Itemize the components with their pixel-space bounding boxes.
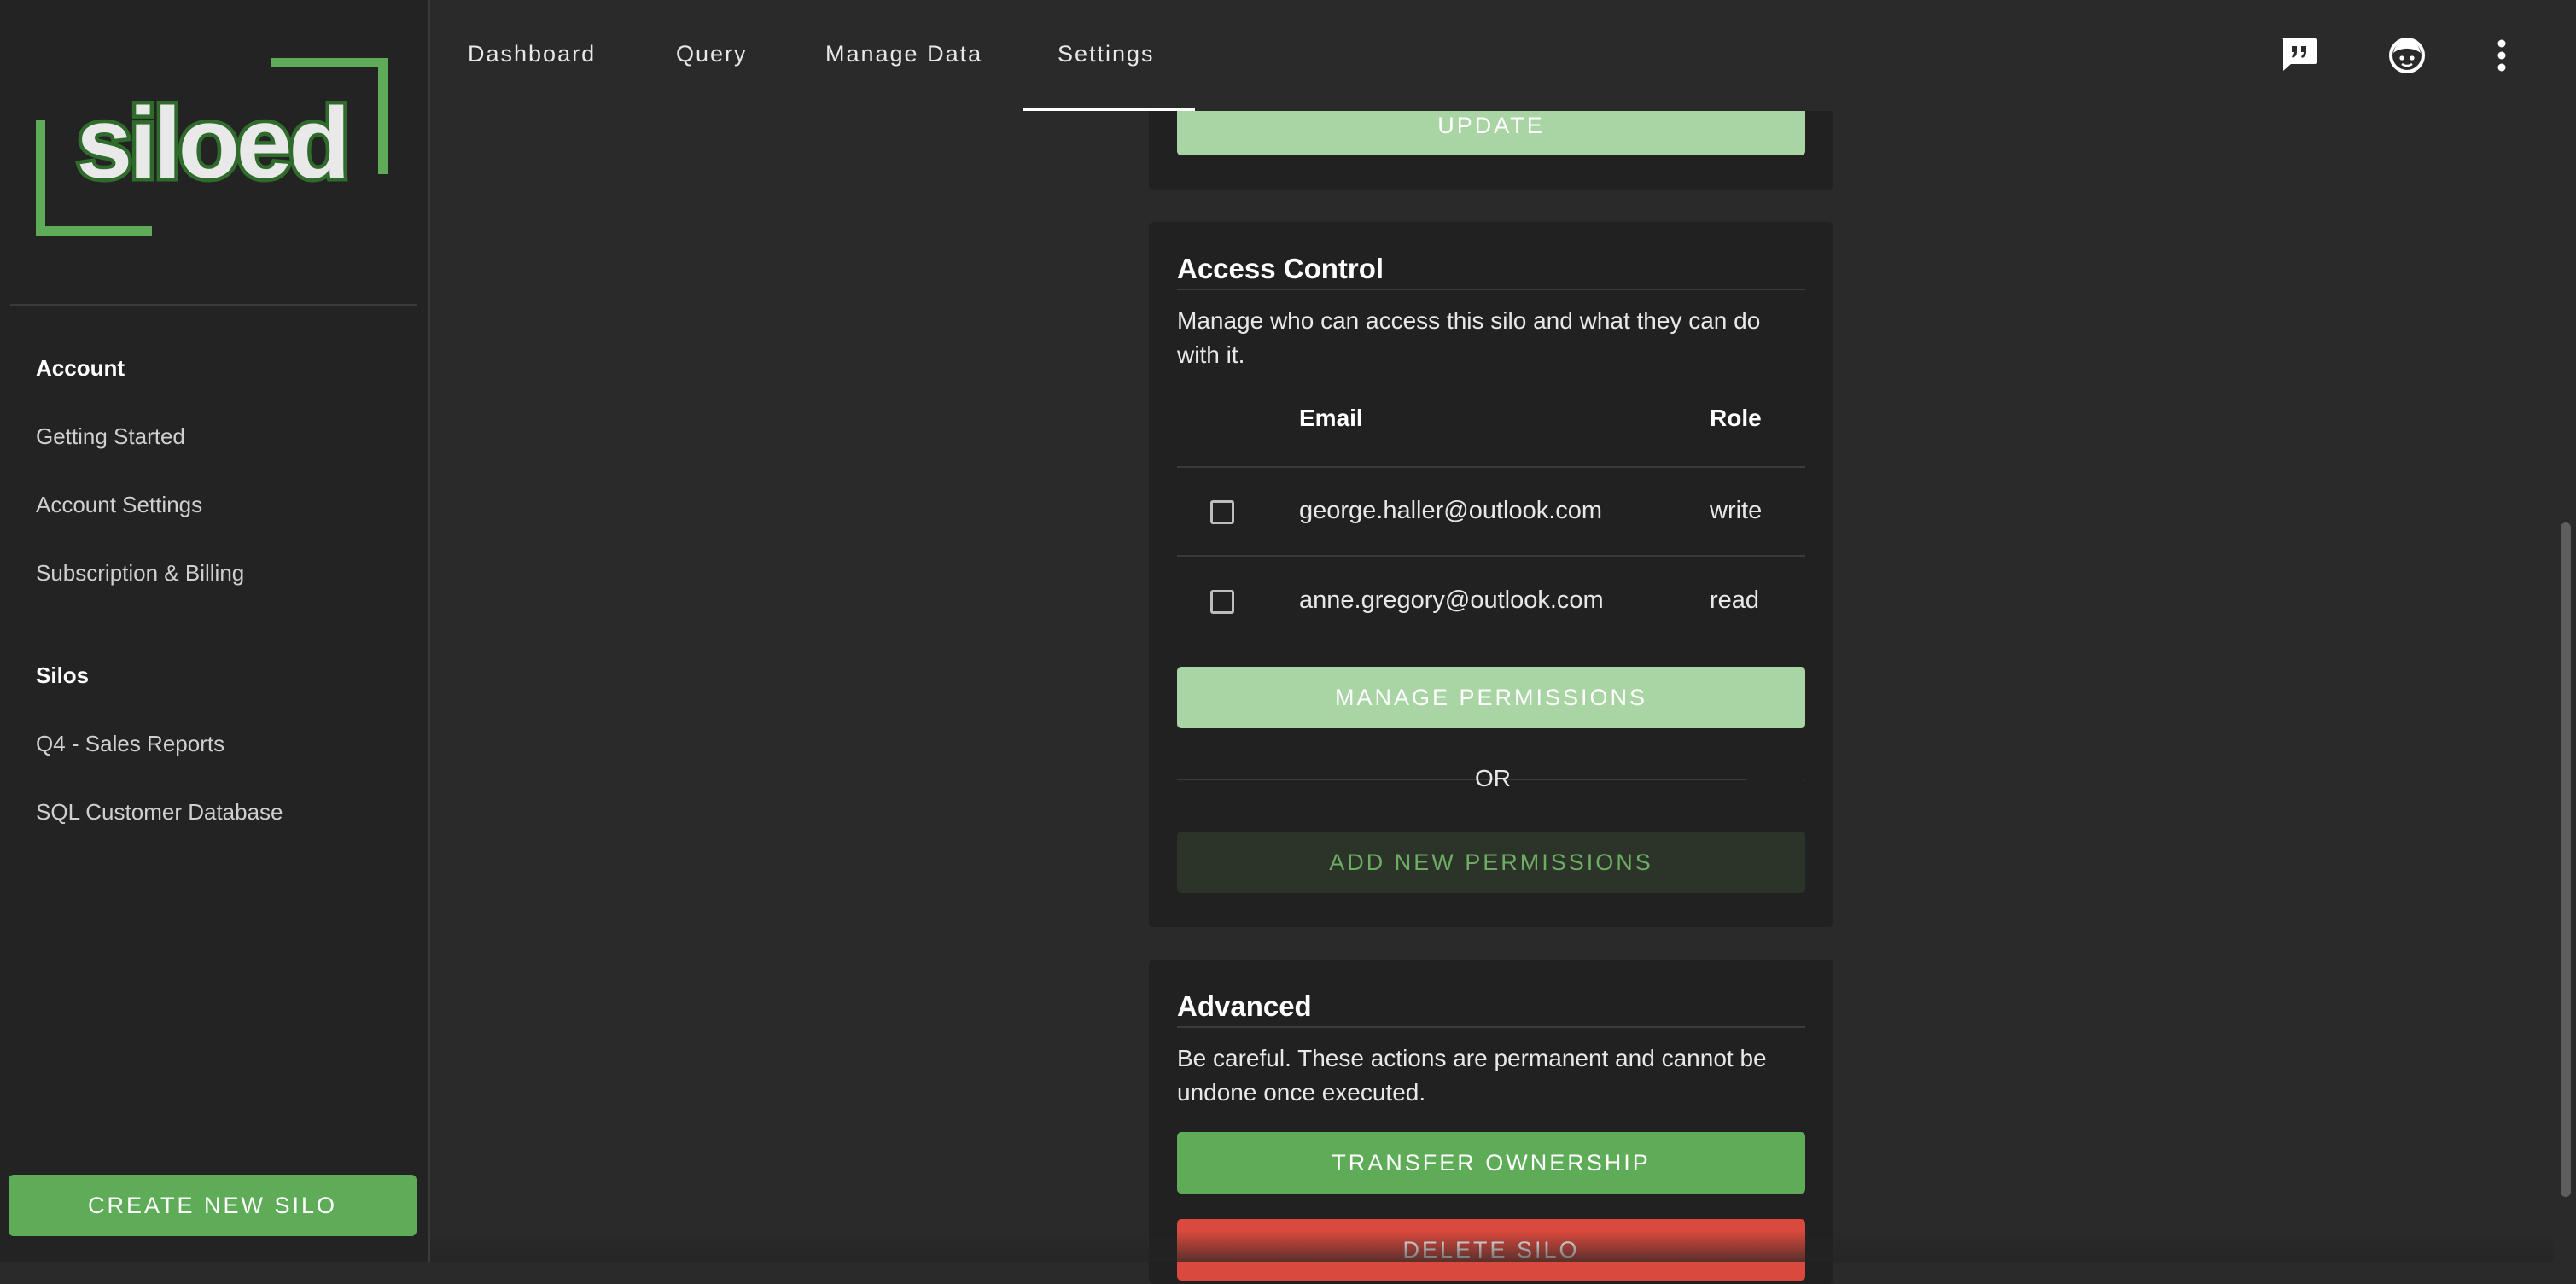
tab-query[interactable]: Query bbox=[676, 41, 748, 67]
role-column-header[interactable]: Role bbox=[1710, 405, 1762, 432]
create-new-silo-button[interactable]: CREATE NEW SILO bbox=[9, 1175, 417, 1236]
manage-permissions-button[interactable]: MANAGE PERMISSIONS bbox=[1177, 667, 1805, 728]
more-vertical-icon[interactable] bbox=[2480, 34, 2523, 77]
access-control-title: Access Control bbox=[1177, 253, 1384, 284]
access-control-description: Manage who can access this silo and what… bbox=[1177, 307, 1761, 368]
account-icon[interactable] bbox=[2386, 34, 2428, 77]
access-control-card: Access Control Manage who can access thi… bbox=[1149, 222, 1833, 927]
sidebar-item-q4-sales-reports[interactable]: Q4 - Sales Reports bbox=[36, 731, 224, 757]
role-cell: write bbox=[1710, 497, 1763, 524]
top-navigation-bar: Dashboard Query Manage Data Settings bbox=[430, 0, 2576, 111]
sidebar-item-getting-started[interactable]: Getting Started bbox=[36, 423, 185, 450]
advanced-description: Be careful. These actions are permanent … bbox=[1177, 1045, 1767, 1106]
tab-manage-data[interactable]: Manage Data bbox=[825, 41, 982, 67]
tab-dashboard[interactable]: Dashboard bbox=[468, 41, 596, 67]
table-header-rule bbox=[1177, 466, 1805, 468]
advanced-card: Advanced Be careful. These actions are p… bbox=[1149, 960, 1833, 1284]
add-new-permissions-button[interactable]: ADD NEW PERMISSIONS bbox=[1177, 832, 1805, 893]
email-column-header[interactable]: Email bbox=[1299, 405, 1363, 432]
sidebar: siloed Account Getting Started Account S… bbox=[0, 0, 430, 1262]
active-tab-indicator bbox=[1023, 108, 1195, 111]
row-checkbox-anne[interactable] bbox=[1210, 590, 1234, 614]
sidebar-divider bbox=[10, 304, 417, 306]
sidebar-item-subscription-billing[interactable]: Subscription & Billing bbox=[36, 560, 244, 587]
row-checkbox-george[interactable] bbox=[1210, 500, 1234, 524]
feedback-icon[interactable] bbox=[2277, 34, 2320, 77]
sidebar-item-account-settings[interactable]: Account Settings bbox=[36, 492, 202, 518]
or-divider-left bbox=[1177, 779, 1747, 780]
or-divider-right bbox=[1804, 779, 1805, 780]
row-rule bbox=[1177, 555, 1805, 557]
sidebar-heading-silos: Silos bbox=[36, 662, 90, 688]
email-cell: george.haller@outlook.com bbox=[1299, 497, 1603, 524]
or-label: OR bbox=[1475, 765, 1511, 791]
tab-settings[interactable]: Settings bbox=[1058, 41, 1155, 67]
access-control-title-rule bbox=[1177, 289, 1805, 290]
email-cell: anne.gregory@outlook.com bbox=[1299, 587, 1604, 614]
scrollbar-thumb[interactable] bbox=[2561, 522, 2571, 1197]
siloed-logo[interactable]: siloed bbox=[36, 58, 388, 236]
sidebar-heading-account: Account bbox=[36, 355, 125, 381]
transfer-ownership-button[interactable]: TRANSFER OWNERSHIP bbox=[1177, 1132, 1805, 1194]
delete-silo-button[interactable]: DELETE SILO bbox=[1177, 1219, 1805, 1281]
advanced-title: Advanced bbox=[1177, 990, 1312, 1022]
sidebar-item-sql-customer-database[interactable]: SQL Customer Database bbox=[36, 799, 283, 826]
role-cell: read bbox=[1710, 587, 1760, 614]
advanced-title-rule bbox=[1177, 1026, 1805, 1028]
svg-text:siloed: siloed bbox=[77, 87, 347, 200]
